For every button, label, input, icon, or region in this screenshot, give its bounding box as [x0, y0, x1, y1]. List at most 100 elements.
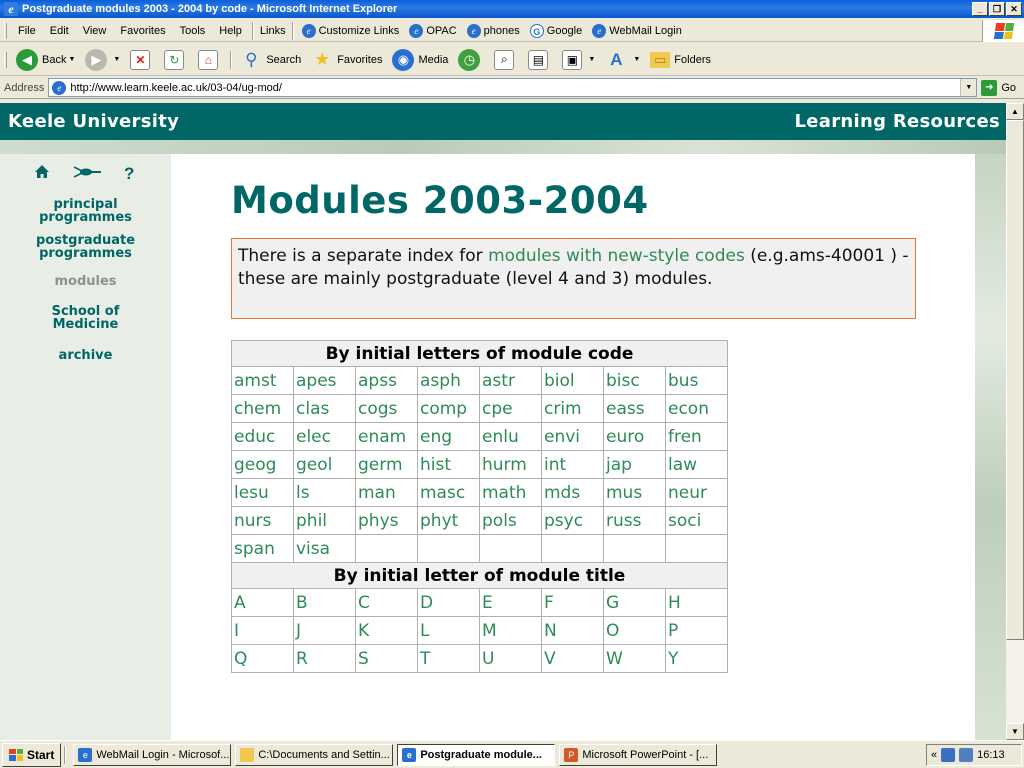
- favorites-button[interactable]: ★ Favorites: [306, 47, 387, 73]
- sidebar-item-principal-programmes[interactable]: principal programmes: [0, 198, 171, 224]
- code-link-law[interactable]: law: [665, 450, 728, 479]
- code-link-eng[interactable]: eng: [417, 422, 480, 451]
- search-button[interactable]: ⚲ Search: [235, 47, 306, 73]
- home-button[interactable]: ⌂: [193, 47, 227, 73]
- link-google[interactable]: G Google: [525, 23, 587, 38]
- link-phones[interactable]: e phones: [462, 23, 525, 38]
- code-link-mus[interactable]: mus: [603, 478, 666, 507]
- menu-favorites[interactable]: Favorites: [113, 25, 172, 37]
- chevron-down-icon[interactable]: ▼: [113, 56, 120, 63]
- code-link-nurs[interactable]: nurs: [231, 506, 294, 535]
- code-link-math[interactable]: math: [479, 478, 542, 507]
- code-link-enlu[interactable]: enlu: [479, 422, 542, 451]
- scroll-thumb[interactable]: [1006, 120, 1024, 640]
- code-link-cpe[interactable]: cpe: [479, 394, 542, 423]
- letter-link-q[interactable]: Q: [231, 644, 294, 673]
- code-link-visa[interactable]: visa: [293, 534, 356, 563]
- history-button[interactable]: ◷: [453, 47, 489, 73]
- code-link-phyt[interactable]: phyt: [417, 506, 480, 535]
- code-link-hurm[interactable]: hurm: [479, 450, 542, 479]
- link-customize-links[interactable]: e Customize Links: [297, 23, 405, 38]
- letter-link-k[interactable]: K: [355, 616, 418, 645]
- code-link-biol[interactable]: biol: [541, 366, 604, 395]
- letter-link-p[interactable]: P: [665, 616, 728, 645]
- refresh-button[interactable]: ↻: [159, 47, 193, 73]
- code-link-chem[interactable]: chem: [231, 394, 294, 423]
- chevron-down-icon[interactable]: ▼: [633, 56, 640, 63]
- window-title-bar[interactable]: e Postgraduate modules 2003 - 2004 by co…: [0, 0, 1024, 18]
- letter-link-r[interactable]: R: [293, 644, 356, 673]
- letter-link-a[interactable]: A: [231, 588, 294, 617]
- code-link-apss[interactable]: apss: [355, 366, 418, 395]
- code-link-neur[interactable]: neur: [665, 478, 728, 507]
- minimize-button[interactable]: _: [972, 2, 988, 16]
- letter-link-s[interactable]: S: [355, 644, 418, 673]
- letter-link-c[interactable]: C: [355, 588, 418, 617]
- code-link-geog[interactable]: geog: [231, 450, 294, 479]
- letter-link-b[interactable]: B: [293, 588, 356, 617]
- letter-link-m[interactable]: M: [479, 616, 542, 645]
- code-link-mds[interactable]: mds: [541, 478, 604, 507]
- address-box[interactable]: e ▼: [48, 78, 978, 97]
- sidebar-item-school-of-medicine[interactable]: School of Medicine: [0, 305, 171, 331]
- start-button[interactable]: Start: [2, 742, 62, 767]
- letter-link-u[interactable]: U: [479, 644, 542, 673]
- code-link-enam[interactable]: enam: [355, 422, 418, 451]
- menu-file[interactable]: File: [11, 25, 43, 37]
- go-button[interactable]: ➜ Go: [977, 79, 1024, 96]
- code-link-int[interactable]: int: [541, 450, 604, 479]
- letter-link-v[interactable]: V: [541, 644, 604, 673]
- code-link-amst[interactable]: amst: [231, 366, 294, 395]
- letter-link-n[interactable]: N: [541, 616, 604, 645]
- link-webmail-login[interactable]: e WebMail Login: [587, 23, 687, 38]
- chevron-down-icon[interactable]: ▼: [588, 56, 595, 63]
- code-link-envi[interactable]: envi: [541, 422, 604, 451]
- stop-button[interactable]: ✕: [125, 47, 159, 73]
- link-opac[interactable]: e OPAC: [404, 23, 461, 38]
- research-button[interactable]: ⌕: [489, 47, 523, 73]
- letter-link-h[interactable]: H: [665, 588, 728, 617]
- letter-link-o[interactable]: O: [603, 616, 666, 645]
- letter-link-l[interactable]: L: [417, 616, 480, 645]
- code-link-span[interactable]: span: [231, 534, 294, 563]
- tray-expand-chevron[interactable]: «: [931, 749, 937, 761]
- code-link-russ[interactable]: russ: [603, 506, 666, 535]
- sidebar-item-archive[interactable]: archive: [0, 349, 171, 362]
- task-documents-folder[interactable]: C:\Documents and Settin...: [235, 743, 394, 766]
- task-postgraduate-modules[interactable]: e Postgraduate module...: [397, 743, 556, 766]
- brand-keele-university[interactable]: Keele University: [8, 111, 179, 132]
- toolbar-grip[interactable]: [4, 22, 7, 39]
- letter-link-g[interactable]: G: [603, 588, 666, 617]
- menu-help[interactable]: Help: [212, 25, 249, 37]
- code-link-bisc[interactable]: bisc: [603, 366, 666, 395]
- address-input[interactable]: [70, 81, 961, 94]
- code-link-jap[interactable]: jap: [603, 450, 666, 479]
- clock[interactable]: 16:13: [977, 749, 1005, 761]
- code-link-econ[interactable]: econ: [665, 394, 728, 423]
- folders-button[interactable]: ▭ Folders: [645, 47, 716, 73]
- code-link-ls[interactable]: ls: [293, 478, 356, 507]
- home-icon[interactable]: [34, 164, 50, 184]
- brand-learning-resources[interactable]: Learning Resources: [795, 111, 1000, 132]
- vertical-scrollbar[interactable]: ▲ ▼: [1006, 103, 1024, 740]
- code-link-pols[interactable]: pols: [479, 506, 542, 535]
- code-link-cogs[interactable]: cogs: [355, 394, 418, 423]
- code-link-crim[interactable]: crim: [541, 394, 604, 423]
- letter-link-t[interactable]: T: [417, 644, 480, 673]
- code-link-masc[interactable]: masc: [417, 478, 480, 507]
- code-link-fren[interactable]: fren: [665, 422, 728, 451]
- sidebar-item-postgraduate-programmes[interactable]: postgraduate programmes: [0, 234, 171, 260]
- task-powerpoint[interactable]: P Microsoft PowerPoint - [...: [559, 743, 718, 766]
- code-link-asph[interactable]: asph: [417, 366, 480, 395]
- insect-icon[interactable]: [72, 164, 102, 184]
- scroll-up-button[interactable]: ▲: [1006, 103, 1024, 120]
- close-button[interactable]: ✕: [1006, 2, 1022, 16]
- code-link-clas[interactable]: clas: [293, 394, 356, 423]
- print-button[interactable]: ▤: [523, 47, 557, 73]
- code-link-germ[interactable]: germ: [355, 450, 418, 479]
- code-link-euro[interactable]: euro: [603, 422, 666, 451]
- code-link-psyc[interactable]: psyc: [541, 506, 604, 535]
- new-style-codes-link[interactable]: modules with new-style codes: [488, 246, 745, 266]
- code-link-bus[interactable]: bus: [665, 366, 728, 395]
- scroll-down-button[interactable]: ▼: [1006, 723, 1024, 740]
